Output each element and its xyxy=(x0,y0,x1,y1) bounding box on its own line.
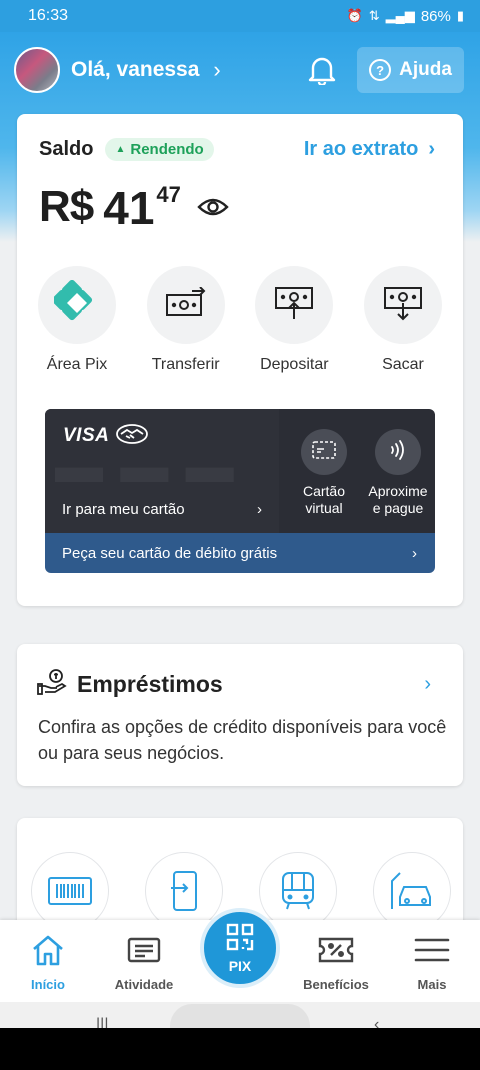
action-withdraw[interactable]: Sacar xyxy=(363,266,443,374)
nav-label: Início xyxy=(31,977,65,992)
contactless-button[interactable]: Aproxime e pague xyxy=(365,429,431,517)
loan-hand-icon xyxy=(37,668,67,701)
loans-title: Empréstimos xyxy=(77,671,223,697)
contactless-label: Aproxime e pague xyxy=(368,483,428,516)
action-pix-area[interactable]: Área Pix xyxy=(37,266,117,374)
currency-symbol: R$ xyxy=(39,182,94,231)
system-navigation-bar: ||| ‹ xyxy=(0,1002,480,1028)
coupon-icon xyxy=(318,934,354,971)
back-icon[interactable]: ‹ xyxy=(374,1016,379,1028)
debit-card-panel: ▬ ▬ ▬ VISA Ir para meu cartão › Cartão v… xyxy=(45,409,435,573)
action-label: Transferir xyxy=(151,356,220,373)
status-badge: ▲ Rendendo xyxy=(105,138,214,161)
balance-card: Saldo ▲ Rendendo Ir ao extrato › R$ 41 4… xyxy=(17,114,463,606)
screen-bottom-edge xyxy=(0,1028,480,1070)
action-deposit[interactable]: Depositar xyxy=(254,266,334,374)
virtual-card-label: Cartão virtual xyxy=(302,483,346,516)
action-label: Sacar xyxy=(382,356,424,373)
help-icon: ? xyxy=(369,59,392,81)
help-button[interactable]: ? Ajuda xyxy=(357,47,464,93)
pix-label: PIX xyxy=(228,957,252,974)
alarm-icon: ⏰ xyxy=(346,8,363,23)
nav-label: Atividade xyxy=(114,977,174,992)
car-icon[interactable] xyxy=(373,852,451,930)
activity-icon xyxy=(127,934,161,971)
request-debit-card-link[interactable]: Peça seu cartão de débito grátis › xyxy=(45,533,435,573)
transfer-icon xyxy=(164,285,208,324)
avatar[interactable] xyxy=(14,47,60,93)
statement-link[interactable]: Ir ao extrato › xyxy=(304,138,435,161)
data-icon: ⇅ xyxy=(368,8,380,23)
status-time: 16:33 xyxy=(28,7,69,24)
battery-percent: 86% xyxy=(420,7,451,25)
chevron-right-icon: › xyxy=(428,138,435,160)
home-icon xyxy=(31,934,65,971)
balance-amount: R$ 41 47 xyxy=(39,178,229,235)
help-label: Ajuda xyxy=(399,59,452,80)
virtual-card-icon xyxy=(312,440,336,464)
withdraw-icon xyxy=(382,285,424,326)
contactless-icon xyxy=(387,439,409,466)
greeting[interactable]: Olá, vanessa xyxy=(71,58,199,82)
transport-icon[interactable] xyxy=(259,852,337,930)
chevron-right-icon: › xyxy=(412,544,417,562)
menu-icon xyxy=(414,934,450,971)
balance-label: Saldo xyxy=(39,138,94,160)
action-label: Área Pix xyxy=(46,356,108,373)
action-transfer[interactable]: Transferir xyxy=(146,266,226,374)
nav-benefits[interactable]: Benefícios xyxy=(288,934,384,992)
recent-apps-icon[interactable]: ||| xyxy=(96,1016,108,1028)
qr-code-icon xyxy=(226,923,254,956)
chevron-right-icon[interactable]: › xyxy=(213,57,220,83)
nav-more[interactable]: Mais xyxy=(384,934,480,992)
chevron-right-icon: › xyxy=(257,501,262,518)
quick-actions: Área Pix Transferir Depositar Sacar xyxy=(17,266,463,374)
status-bar: 16:33 ⏰ ⇅ ▂▄▆ 86% ▮ xyxy=(0,0,480,32)
nav-label: Mais xyxy=(417,977,447,992)
nav-home[interactable]: Início xyxy=(0,934,96,992)
go-to-card-label: Ir para meu cartão xyxy=(62,501,185,518)
pix-icon xyxy=(51,279,100,331)
chevron-right-icon: › xyxy=(424,673,431,695)
amount-cents: 47 xyxy=(156,182,181,207)
battery-icon: ▮ xyxy=(456,8,464,23)
home-gesture-pill[interactable] xyxy=(170,1004,310,1028)
go-to-card-area[interactable]: ▬ ▬ ▬ VISA Ir para meu cartão › xyxy=(45,409,279,533)
amount-integer: 41 xyxy=(103,182,155,234)
virtual-card-button[interactable]: Cartão virtual xyxy=(291,429,357,517)
visa-logo: VISA xyxy=(63,425,110,446)
pix-button[interactable]: PIX xyxy=(200,908,280,988)
handshake-logo-icon xyxy=(115,423,149,450)
barcode-icon[interactable] xyxy=(31,852,109,930)
loans-card[interactable]: Empréstimos › Confira as opções de crédi… xyxy=(17,644,463,786)
eye-icon[interactable] xyxy=(197,196,229,223)
signal-icon: ▂▄▆ xyxy=(385,8,415,23)
nav-activity[interactable]: Atividade xyxy=(96,934,192,992)
bell-icon[interactable] xyxy=(307,55,337,85)
nav-label: Benefícios xyxy=(303,977,369,992)
deposit-icon xyxy=(273,285,315,326)
bottom-navigation: Início Atividade PIX Benefícios Mais xyxy=(0,908,480,1002)
triangle-up-icon: ▲ xyxy=(115,144,126,155)
action-label: Depositar xyxy=(260,356,329,373)
app-header: Olá, vanessa › ? Ajuda xyxy=(0,32,480,108)
loans-description: Confira as opções de crédito disponíveis… xyxy=(38,717,447,763)
